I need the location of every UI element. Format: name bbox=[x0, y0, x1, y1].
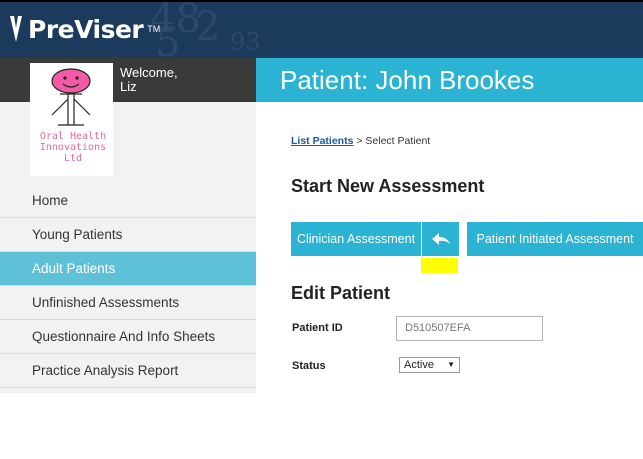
logo-mark-icon bbox=[10, 16, 22, 42]
decor-number: 2 bbox=[195, 4, 221, 50]
top-bar: 48 5 2 93 PreViser TM bbox=[0, 0, 643, 58]
sidebar-nav: Home Young Patients Adult Patients Unfin… bbox=[0, 184, 256, 388]
patient-id-field[interactable]: D510507EFA bbox=[396, 316, 543, 341]
sidebar-item-adult-patients[interactable]: Adult Patients bbox=[0, 252, 256, 286]
undo-button[interactable] bbox=[422, 222, 459, 256]
user-name: Liz bbox=[120, 79, 137, 94]
welcome-label: Welcome, bbox=[120, 65, 178, 80]
reply-arrow-icon bbox=[432, 233, 450, 245]
practice-logo: Oral Health Innovations Ltd bbox=[30, 63, 113, 176]
practice-name-line: Innovations bbox=[39, 142, 107, 153]
status-select[interactable]: Active ▼ bbox=[399, 357, 460, 373]
patient-id-label: Patient ID bbox=[292, 322, 343, 334]
clinician-assessment-button[interactable]: Clinician Assessment bbox=[291, 222, 421, 256]
highlight-marker bbox=[421, 258, 458, 273]
practice-name-line: Ltd bbox=[63, 153, 83, 164]
practice-name-line: Oral Health bbox=[39, 131, 107, 142]
welcome-text: Welcome, Liz bbox=[120, 66, 178, 94]
status-label: Status bbox=[292, 360, 326, 372]
sidebar-item-young-patients[interactable]: Young Patients bbox=[0, 218, 256, 252]
dropdown-arrow-icon: ▼ bbox=[447, 360, 455, 369]
page-title: Patient: John Brookes bbox=[280, 65, 535, 95]
sidebar-item-unfinished-assessments[interactable]: Unfinished Assessments bbox=[0, 286, 256, 320]
decor-number: 93 bbox=[230, 28, 261, 56]
page: 48 5 2 93 PreViser TM Welcome, Liz Oral … bbox=[0, 0, 643, 459]
smiley-tooth-icon bbox=[51, 68, 91, 126]
status-value: Active bbox=[404, 359, 434, 371]
sidebar-item-home[interactable]: Home bbox=[0, 184, 256, 218]
breadcrumb-list-patients-link[interactable]: List Patients bbox=[291, 135, 353, 147]
page-header: Patient: John Brookes bbox=[256, 58, 643, 102]
edit-patient-heading: Edit Patient bbox=[291, 283, 391, 303]
breadcrumb-separator: > bbox=[353, 135, 366, 147]
previser-logo[interactable]: PreViser TM bbox=[8, 14, 160, 44]
practice-name: Oral Health Innovations Ltd bbox=[33, 131, 113, 164]
sidebar: Welcome, Liz Oral Health Innovations Ltd… bbox=[0, 58, 256, 393]
sidebar-item-practice-analysis[interactable]: Practice Analysis Report bbox=[0, 354, 256, 388]
brand-name: PreViser bbox=[28, 14, 144, 44]
trademark: TM bbox=[147, 24, 161, 34]
patient-initiated-assessment-button[interactable]: Patient Initiated Assessment bbox=[467, 222, 643, 256]
breadcrumb: List Patients > Select Patient bbox=[291, 135, 430, 147]
start-assessment-heading: Start New Assessment bbox=[291, 176, 485, 196]
sidebar-item-questionnaire[interactable]: Questionnaire And Info Sheets bbox=[0, 320, 256, 354]
breadcrumb-current: Select Patient bbox=[365, 135, 431, 147]
